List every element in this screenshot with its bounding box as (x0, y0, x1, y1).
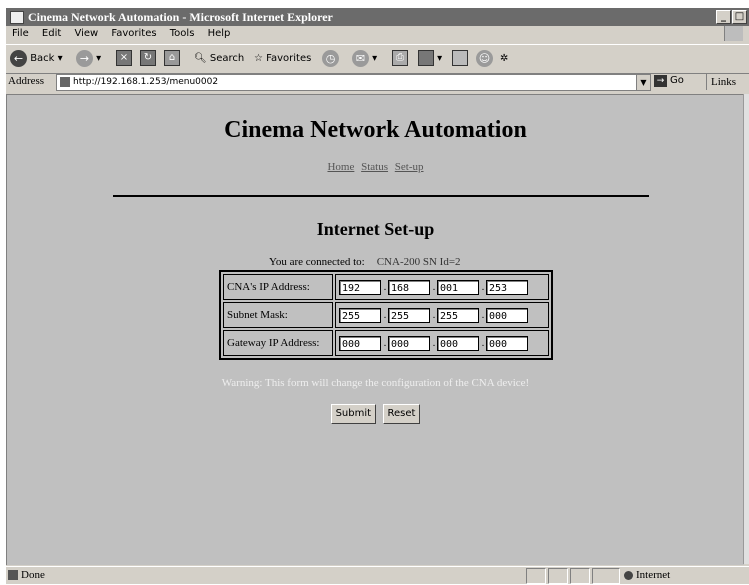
address-label: Address (8, 75, 45, 87)
ip-octet-1[interactable]: 192 (339, 279, 381, 295)
form-buttons: Submit Reset (7, 403, 744, 424)
stop-button[interactable]: × (116, 49, 132, 69)
ip-address-label: CNA's IP Address: (223, 274, 333, 300)
reset-button[interactable]: Reset (382, 404, 421, 424)
edit-icon (418, 50, 434, 66)
minimize-button[interactable]: _ (716, 10, 731, 24)
home-icon: ⌂ (164, 50, 180, 66)
status-cell (570, 568, 590, 584)
page-title: Cinema Network Automation (224, 117, 527, 143)
mask-octet-3[interactable]: 255 (437, 307, 479, 323)
gateway-octet-1[interactable]: 000 (339, 335, 381, 351)
print-icon: ⎙ (392, 50, 408, 66)
ip-octet-4[interactable]: 253 (486, 279, 528, 295)
messenger-button[interactable]: ☺ (476, 49, 493, 69)
page-icon (60, 77, 70, 87)
warning-message: Warning: This form will change the confi… (221, 377, 530, 389)
vertical-scrollbar[interactable] (743, 94, 749, 564)
address-url: http://192.168.1.253/menu0002 (73, 77, 219, 87)
section-title: Internet Set-up (316, 219, 435, 239)
nav-setup-link[interactable]: Set-up (395, 161, 424, 173)
back-button[interactable]: ← Back ▾ (10, 49, 63, 69)
stop-icon: × (116, 50, 132, 66)
page-viewport: Cinema Network Automation Home Status Se… (6, 94, 744, 565)
history-icon: ◷ (322, 49, 339, 67)
status-cell (592, 568, 620, 584)
window-title: Cinema Network Automation - Microsoft In… (28, 10, 333, 24)
history-button[interactable]: ◷ (322, 49, 339, 69)
forward-button[interactable]: → ▾ (76, 49, 101, 69)
status-text: Done (8, 569, 45, 581)
discuss-button[interactable] (452, 49, 468, 69)
connected-label: You are connected to: (269, 256, 365, 268)
search-icon: 🔍︎ (194, 53, 207, 64)
menu-edit[interactable]: Edit (42, 28, 61, 39)
menu-favorites[interactable]: Favorites (111, 28, 156, 39)
connection-info: You are connected to: CNA-200 SN Id=2 (269, 256, 461, 268)
ip-address-fields: 192. 168. 001. 253 (335, 274, 549, 300)
search-button[interactable]: 🔍︎ Search (194, 49, 244, 69)
research-icon: ✲ (500, 53, 509, 64)
toolbar: ← Back ▾ → ▾ × ↻ ⌂ 🔍︎ Search ☆ Favorites… (6, 44, 749, 74)
browser-window: Cinema Network Automation - Microsoft In… (6, 8, 749, 584)
address-dropdown-icon[interactable]: ▼ (636, 75, 650, 90)
forward-arrow-icon: → (76, 49, 93, 67)
ie-icon (10, 11, 24, 24)
refresh-icon: ↻ (140, 50, 156, 66)
star-icon: ☆ (254, 53, 263, 64)
nav-status-link[interactable]: Status (361, 161, 388, 173)
menu-file[interactable]: File (12, 28, 29, 39)
ip-address-row: CNA's IP Address: 192. 168. 001. 253 (223, 274, 549, 300)
mail-button[interactable]: ✉ ▾ (352, 49, 377, 69)
globe-icon (624, 570, 633, 580)
windows-logo-icon (724, 26, 743, 41)
menu-bar: File Edit View Favorites Tools Help (6, 26, 749, 42)
discuss-icon (452, 50, 468, 66)
gateway-label: Gateway IP Address: (223, 330, 333, 356)
back-arrow-icon: ← (10, 49, 27, 67)
subnet-mask-label: Subnet Mask: (223, 302, 333, 328)
page-status-icon (8, 570, 18, 581)
title-bar: Cinema Network Automation - Microsoft In… (6, 8, 749, 26)
mask-octet-1[interactable]: 255 (339, 307, 381, 323)
research-button[interactable]: ✲ (500, 49, 508, 69)
maximize-button[interactable]: □ (732, 10, 747, 24)
network-form: CNA's IP Address: 192. 168. 001. 253 Subnet… (219, 270, 553, 360)
gateway-fields: 000. 000. 000. 000 (335, 330, 549, 356)
subnet-mask-fields: 255. 255. 255. 000 (335, 302, 549, 328)
gateway-octet-2[interactable]: 000 (388, 335, 430, 351)
mail-icon: ✉ (352, 49, 369, 67)
address-input[interactable]: http://192.168.1.253/menu0002 ▼ (56, 74, 651, 91)
status-cell (526, 568, 546, 584)
security-zone: Internet (624, 569, 670, 581)
menu-view[interactable]: View (74, 28, 98, 39)
nav-home-link[interactable]: Home (327, 161, 354, 173)
ip-octet-2[interactable]: 168 (388, 279, 430, 295)
divider (113, 195, 649, 197)
address-bar: Address http://192.168.1.253/menu0002 ▼ … (6, 74, 749, 92)
go-arrow-icon: → (654, 75, 667, 87)
mask-octet-2[interactable]: 255 (388, 307, 430, 323)
gateway-row: Gateway IP Address: 000. 000. 000. 000 (223, 330, 549, 356)
nav-links: Home Status Set-up (7, 161, 744, 173)
connected-device: CNA-200 SN Id=2 (376, 256, 461, 268)
submit-button[interactable]: Submit (330, 404, 377, 424)
favorites-button[interactable]: ☆ Favorites (254, 49, 311, 69)
menu-help[interactable]: Help (208, 28, 231, 39)
status-cell (548, 568, 568, 584)
edit-button[interactable]: ▾ (418, 49, 442, 69)
go-button[interactable]: → Go (654, 75, 684, 87)
menu-tools[interactable]: Tools (170, 28, 195, 39)
links-button[interactable]: Links (706, 74, 736, 90)
print-button[interactable]: ⎙ (392, 49, 408, 69)
messenger-icon: ☺ (476, 49, 493, 67)
gateway-octet-3[interactable]: 000 (437, 335, 479, 351)
home-button[interactable]: ⌂ (164, 49, 180, 69)
gateway-octet-4[interactable]: 000 (486, 335, 528, 351)
status-bar: Done Internet (6, 566, 749, 585)
mask-octet-4[interactable]: 000 (486, 307, 528, 323)
refresh-button[interactable]: ↻ (140, 49, 156, 69)
subnet-mask-row: Subnet Mask: 255. 255. 255. 000 (223, 302, 549, 328)
ip-octet-3[interactable]: 001 (437, 279, 479, 295)
